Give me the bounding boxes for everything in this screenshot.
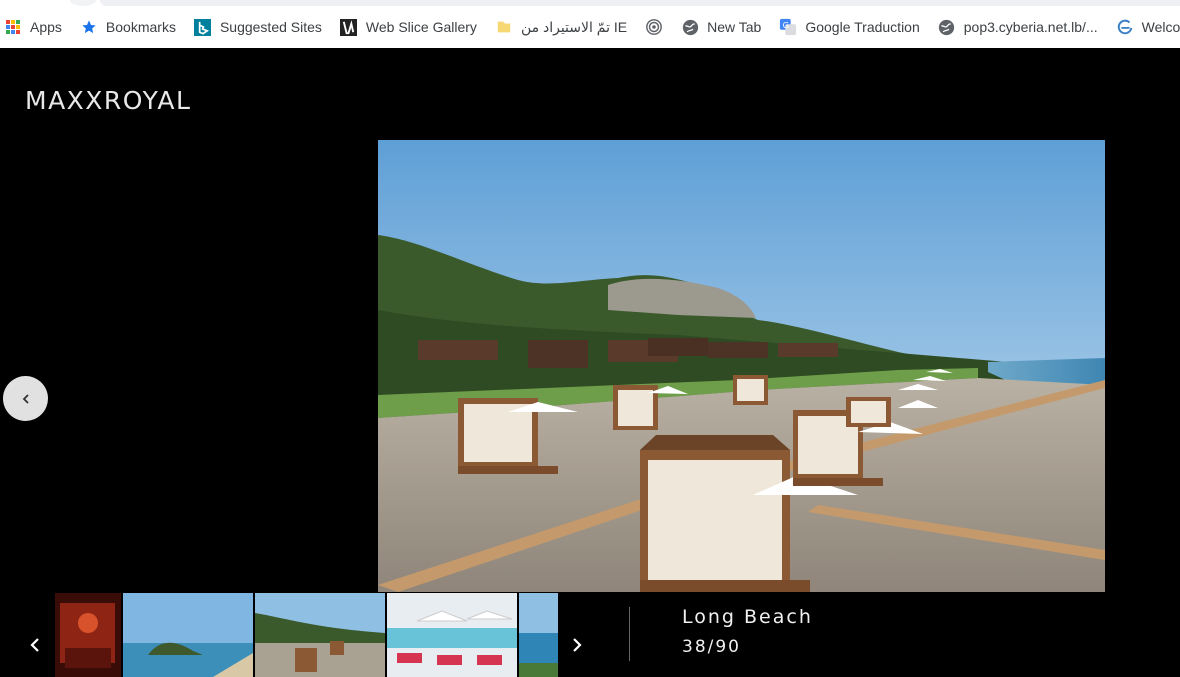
thumbnail-long-beach[interactable] [255, 593, 385, 677]
bookmark-label: Bookmarks [105, 19, 176, 35]
gallery-main-image [378, 140, 1105, 592]
caption-divider [629, 607, 630, 661]
gallery-prev-button[interactable] [3, 376, 48, 421]
maxx-royal-logo[interactable]: MAXXROYAL [25, 86, 191, 115]
bookmark-label: تمّ الاستيراد من IE [520, 18, 628, 35]
thumbnail-sea-view[interactable] [519, 593, 558, 677]
bookmark-label: New Tab [707, 19, 762, 35]
chevron-right-icon [573, 638, 582, 652]
omnibox-edge [100, 0, 1180, 6]
bookmark-google-traduction[interactable]: G Google Traduction [779, 14, 920, 40]
web-slice-icon [340, 18, 358, 36]
thumbnail-pool-umbrellas[interactable] [387, 593, 517, 677]
svg-text:G: G [783, 20, 789, 30]
gallery-caption-title: Long Beach [682, 606, 813, 628]
apps-grid-icon [4, 18, 22, 36]
globe-icon [681, 18, 699, 36]
bookmark-suggested-sites[interactable]: Suggested Sites [194, 14, 322, 40]
bookmark-label: Google Traduction [805, 19, 920, 35]
globe-icon [938, 18, 956, 36]
bookmark-pop3-cyberia[interactable]: pop3.cyberia.net.lb/... [938, 14, 1098, 40]
bing-icon [194, 18, 212, 36]
bookmarks-bar: Apps Bookmarks Suggested Sites Web Slice… [0, 0, 1180, 48]
bookmark-label: Apps [30, 19, 62, 35]
gallery-counter: 38/90 [682, 637, 741, 657]
thumbnails-next-button[interactable] [556, 625, 596, 665]
fingerprint-icon [645, 18, 663, 36]
translate-icon: G [779, 18, 797, 36]
thumbnail-strip [55, 593, 558, 677]
bookmark-new-tab[interactable]: New Tab [681, 14, 761, 40]
tab-strip-edge [0, 0, 1180, 8]
chevron-left-icon [22, 393, 29, 404]
thumbnail-restaurant[interactable] [55, 593, 121, 677]
tab-indicator [70, 0, 96, 6]
thumbnail-island-bay[interactable] [123, 593, 253, 677]
beach-cabanas-photo [378, 140, 1105, 592]
bookmark-web-slice-gallery[interactable]: Web Slice Gallery [340, 14, 477, 40]
folder-icon [495, 18, 513, 36]
star-icon [80, 18, 98, 36]
bookmark-fingerprint[interactable] [645, 14, 671, 40]
bookmark-bookmarks[interactable]: Bookmarks [80, 14, 176, 40]
bookmark-welcome[interactable]: Welcome to RA [1116, 14, 1180, 40]
thumbnails-prev-button[interactable] [16, 625, 56, 665]
bookmark-label: Web Slice Gallery [365, 19, 477, 35]
bookmark-label: pop3.cyberia.net.lb/... [963, 19, 1098, 35]
edge-icon [1116, 18, 1134, 36]
chevron-left-icon [30, 638, 39, 652]
bookmark-label: Welcome to RA [1141, 19, 1180, 35]
bookmark-apps[interactable]: Apps [4, 14, 62, 40]
bookmark-label: Suggested Sites [219, 19, 322, 35]
bookmark-ie-import-folder[interactable]: تمّ الاستيراد من IE [495, 14, 627, 40]
